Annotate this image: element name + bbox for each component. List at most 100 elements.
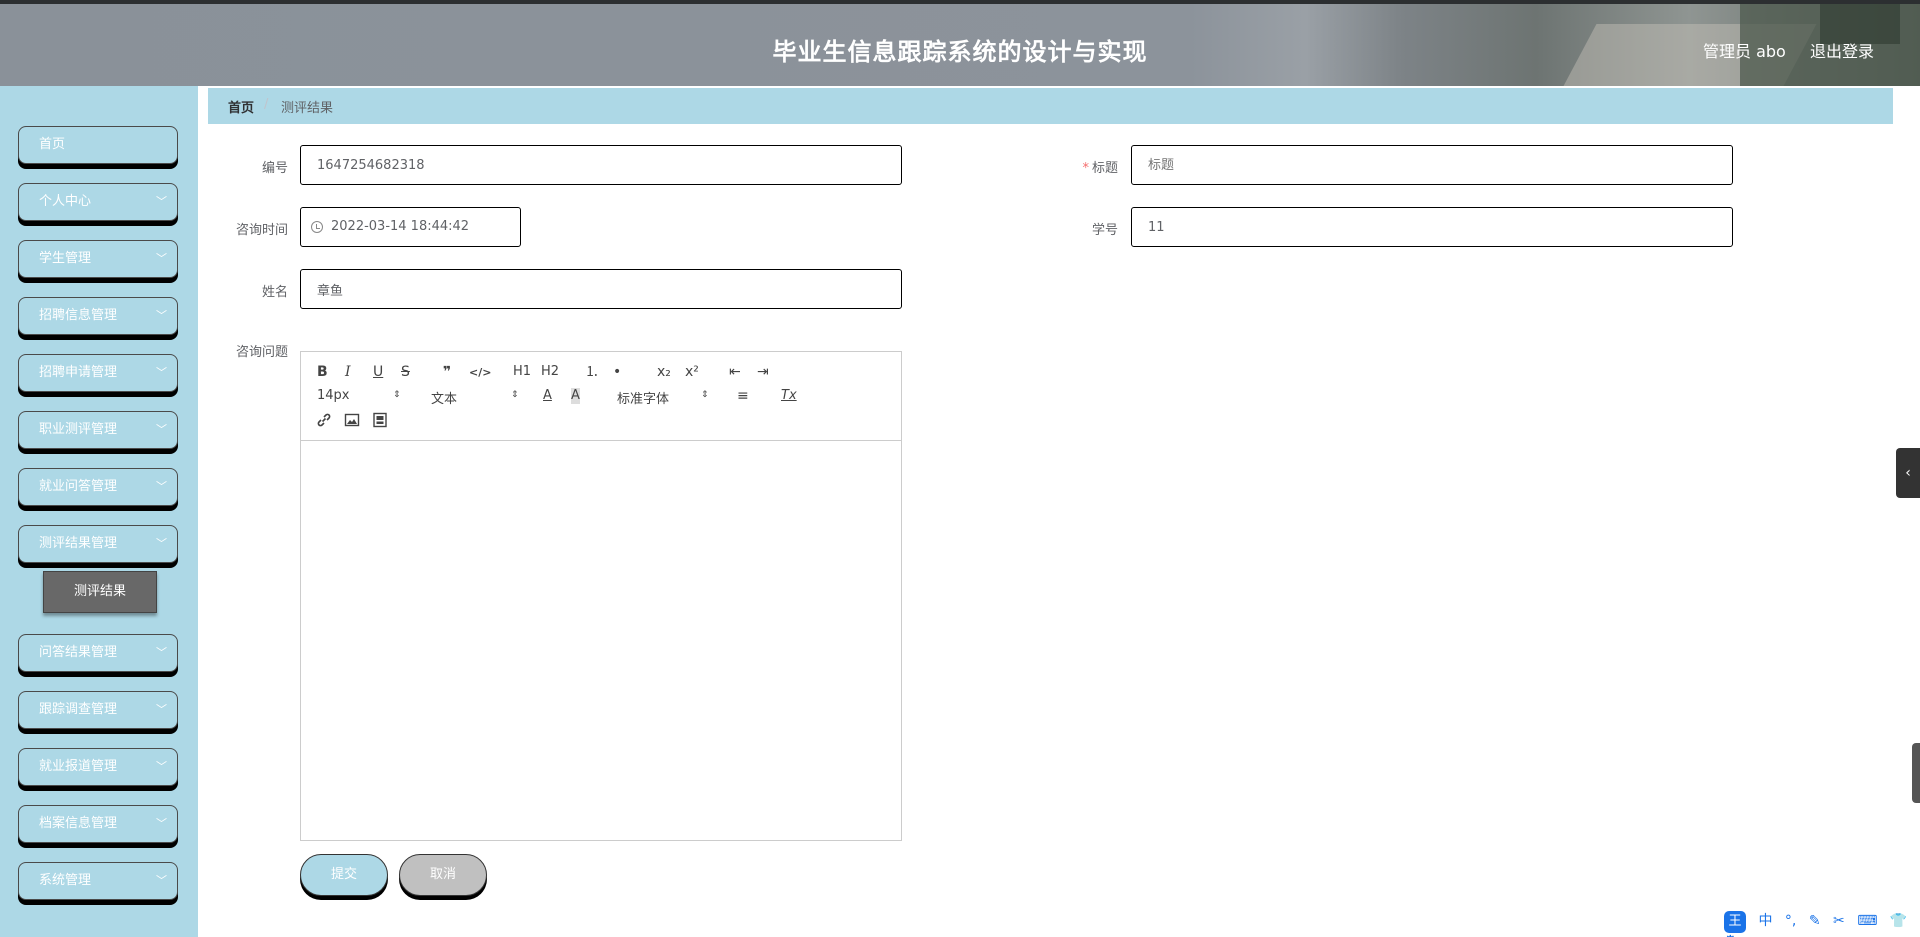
- chevron-left-icon[interactable]: ‹: [1896, 448, 1920, 498]
- punctuation-icon[interactable]: °,: [1785, 913, 1796, 929]
- logout-link[interactable]: 退出登录: [1810, 38, 1874, 62]
- sidebar-item-label: 就业报道管理: [39, 759, 118, 774]
- sidebar-subitem-assessment-result[interactable]: 测评结果: [43, 571, 157, 613]
- scroll-handle[interactable]: [1912, 743, 1920, 803]
- cancel-button[interactable]: 取消: [399, 854, 487, 896]
- font-size-select[interactable]: 14px ⇕: [317, 388, 403, 403]
- name-field[interactable]: [300, 269, 902, 309]
- system-title: 毕业生信息跟踪系统的设计与实现: [772, 38, 1148, 66]
- subscript-button[interactable]: x₂: [657, 364, 671, 380]
- underline-button[interactable]: U: [373, 364, 383, 380]
- bullet-list-icon[interactable]: •: [613, 364, 621, 380]
- italic-button[interactable]: I: [345, 364, 351, 380]
- blockquote-icon[interactable]: ❞: [443, 364, 451, 380]
- breadcrumb: 首页 / 测评结果: [208, 88, 1893, 124]
- current-user: 管理员 abo: [1703, 42, 1786, 61]
- sidebar-item-career-assessment[interactable]: 职业测评管理 ﹀: [18, 411, 178, 449]
- gear-icon[interactable]: ⚙: [1724, 933, 1737, 937]
- sidebar-item-label: 测评结果管理: [39, 536, 118, 551]
- sidebar-item-label: 系统管理: [39, 873, 92, 888]
- sidebar-item-label: 首页: [39, 137, 66, 152]
- sidebar-item-student-management[interactable]: 学生管理 ﹀: [18, 240, 178, 278]
- sidebar-item-home[interactable]: 首页: [18, 126, 178, 164]
- number-field[interactable]: [300, 145, 902, 185]
- link-icon[interactable]: [316, 412, 332, 432]
- language-indicator[interactable]: 中: [1758, 913, 1772, 929]
- sidebar-item-label: 就业问答管理: [39, 479, 118, 494]
- font-family-value: 标准字体: [617, 392, 670, 407]
- app-root: 毕业生信息跟踪系统的设计与实现 管理员 abo 退出登录 首页 个人中心 ﹀ 学…: [0, 0, 1920, 937]
- sidebar-item-system-management[interactable]: 系统管理 ﹀: [18, 862, 178, 900]
- sidebar-item-label: 跟踪调查管理: [39, 702, 118, 717]
- header-select[interactable]: 文本 ⇕: [431, 388, 519, 407]
- font-family-select[interactable]: 标准字体 ⇕: [617, 388, 711, 407]
- chevron-down-icon: ﹀: [156, 423, 167, 436]
- consult-time-picker[interactable]: 2022-03-14 18:44:42: [300, 207, 521, 247]
- sidebar-item-tracking-survey[interactable]: 跟踪调查管理 ﹀: [18, 691, 178, 729]
- title-label: * 标题: [1038, 157, 1118, 176]
- title-field[interactable]: [1131, 145, 1733, 185]
- chevron-down-icon: ﹀: [156, 366, 167, 379]
- clock-icon: [311, 221, 323, 233]
- sidebar-item-employment-qa[interactable]: 就业问答管理 ﹀: [18, 468, 178, 506]
- code-block-icon[interactable]: </>: [469, 365, 491, 381]
- submit-button[interactable]: 提交: [300, 854, 388, 896]
- chevron-down-icon: ﹀: [156, 309, 167, 322]
- sidebar: 首页 个人中心 ﹀ 学生管理 ﹀ 招聘信息管理 ﹀ 招聘申请管理 ﹀ 职业测评管…: [0, 86, 198, 937]
- chevron-down-icon: ﹀: [156, 874, 167, 887]
- consult-time-value: 2022-03-14 18:44:42: [331, 219, 470, 234]
- sidebar-item-archive-info[interactable]: 档案信息管理 ﹀: [18, 805, 178, 843]
- sidebar-item-label: 职业测评管理: [39, 422, 118, 437]
- rich-text-editor: B I U S ❞ </> H1 H2 ⒈ • x₂ x² ⇤ ⇥ 14px ⇕…: [300, 351, 902, 841]
- sidebar-item-personal-center[interactable]: 个人中心 ﹀: [18, 183, 178, 221]
- strike-button[interactable]: S: [401, 364, 410, 380]
- title-label-text: 标题: [1091, 161, 1118, 176]
- sidebar-item-recruitment-application[interactable]: 招聘申请管理 ﹀: [18, 354, 178, 392]
- ordered-list-icon[interactable]: ⒈: [585, 364, 599, 380]
- select-arrows-icon: ⇕: [393, 390, 401, 400]
- video-icon[interactable]: [372, 412, 388, 432]
- ime-icon[interactable]: 王: [1724, 911, 1746, 933]
- breadcrumb-current: 测评结果: [281, 101, 334, 116]
- sidebar-item-assessment-results[interactable]: 测评结果管理 ﹀: [18, 525, 178, 563]
- shirt-icon[interactable]: 👕: [1890, 913, 1907, 929]
- chevron-down-icon: ﹀: [156, 817, 167, 830]
- sidebar-item-recruitment-info[interactable]: 招聘信息管理 ﹀: [18, 297, 178, 335]
- sidebar-item-label: 问答结果管理: [39, 645, 118, 660]
- editor-content-area[interactable]: [301, 442, 901, 840]
- student-id-label: 学号: [1091, 223, 1118, 238]
- sidebar-item-qa-results[interactable]: 问答结果管理 ﹀: [18, 634, 178, 672]
- clean-format-icon[interactable]: Tx: [781, 388, 797, 404]
- scissors-icon[interactable]: ✂: [1833, 913, 1845, 929]
- header-select-value: 文本: [431, 392, 458, 407]
- font-color-icon[interactable]: A: [543, 388, 552, 404]
- breadcrumb-separator: /: [264, 97, 269, 112]
- chevron-down-icon: ﹀: [156, 537, 167, 550]
- heading2-button[interactable]: H2: [541, 364, 559, 380]
- sidebar-item-label: 个人中心: [39, 194, 92, 209]
- sidebar-item-label: 档案信息管理: [39, 816, 118, 831]
- superscript-button[interactable]: x²: [685, 364, 699, 380]
- top-header: 毕业生信息跟踪系统的设计与实现 管理员 abo 退出登录: [0, 0, 1920, 86]
- select-arrows-icon: ⇕: [511, 390, 519, 400]
- image-icon[interactable]: [344, 412, 360, 432]
- indent-icon[interactable]: ⇥: [757, 364, 769, 380]
- student-id-field[interactable]: [1131, 207, 1733, 247]
- font-size-value: 14px: [317, 388, 350, 403]
- breadcrumb-home[interactable]: 首页: [228, 97, 254, 116]
- name-label: 姓名: [261, 285, 288, 300]
- outdent-icon[interactable]: ⇤: [729, 364, 741, 380]
- keyboard-icon[interactable]: ⌨: [1857, 913, 1877, 929]
- sidebar-item-label: 招聘申请管理: [39, 365, 118, 380]
- align-icon[interactable]: ≡: [737, 388, 749, 404]
- heading1-button[interactable]: H1: [513, 364, 531, 380]
- chevron-down-icon: ﹀: [156, 195, 167, 208]
- consult-time-label: 咨询时间: [235, 223, 288, 238]
- sidebar-item-employment-report[interactable]: 就业报道管理 ﹀: [18, 748, 178, 786]
- sidebar-item-label: 学生管理: [39, 251, 92, 266]
- pen-icon[interactable]: ✎: [1809, 913, 1821, 929]
- chevron-down-icon: ﹀: [156, 252, 167, 265]
- background-color-icon[interactable]: A: [571, 388, 580, 404]
- bold-button[interactable]: B: [317, 364, 328, 380]
- chevron-down-icon: ﹀: [156, 703, 167, 716]
